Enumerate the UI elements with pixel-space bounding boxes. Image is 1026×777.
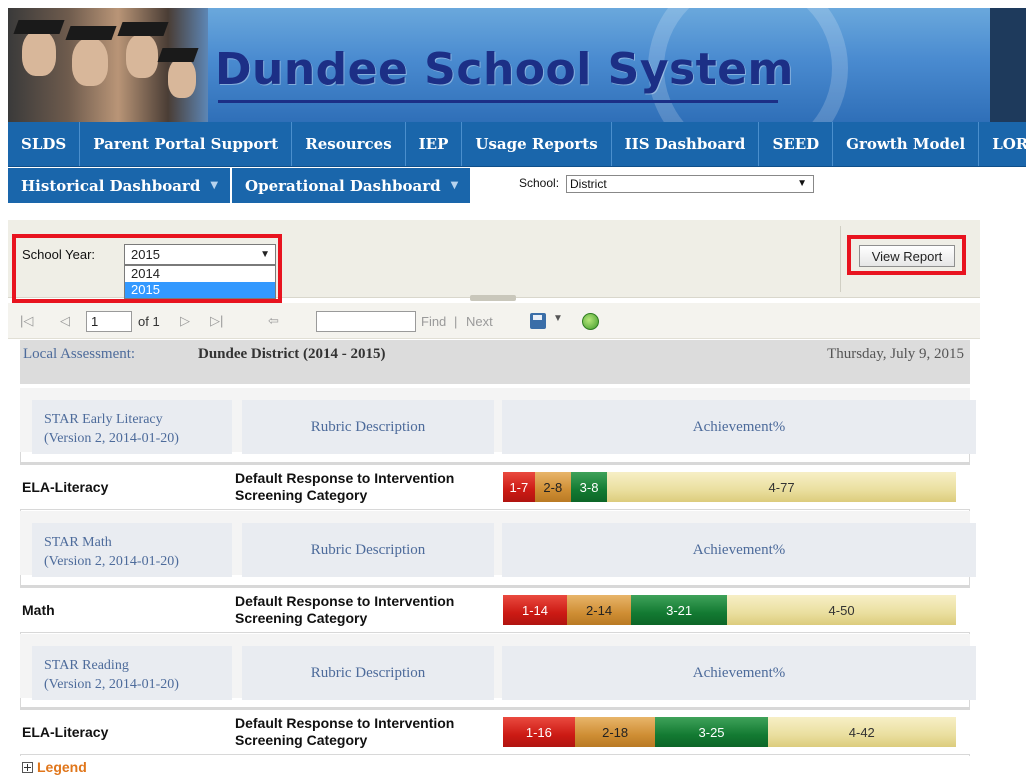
page-count: of 1 xyxy=(138,314,160,329)
first-page-icon[interactable]: |◁ xyxy=(20,313,33,329)
nav-slds[interactable]: SLDS xyxy=(8,122,81,166)
find-link[interactable]: Find xyxy=(421,314,446,329)
school-label: School: xyxy=(519,176,560,190)
school-year-select[interactable]: 2015 ▼ xyxy=(124,244,276,265)
rubric-label: Default Response to Intervention Screeni… xyxy=(235,470,455,503)
achievement-segment[interactable]: 2-8 xyxy=(534,472,571,502)
achievement-segment[interactable]: 4-77 xyxy=(607,472,956,502)
achievement-header: Achievement% xyxy=(502,646,976,700)
main-navigation: SLDS Parent Portal Support Resources IEP… xyxy=(8,122,1026,167)
next-page-icon[interactable]: ▷ xyxy=(180,313,190,329)
achievement-header: Achievement% xyxy=(502,400,976,454)
previous-page-icon[interactable]: ◁ xyxy=(60,313,70,329)
back-icon[interactable]: ⇦ xyxy=(268,313,279,329)
nav-lor[interactable]: LOR xyxy=(979,122,1026,166)
report-date: Thursday, July 9, 2015 xyxy=(827,346,964,362)
export-save-icon[interactable] xyxy=(530,313,546,329)
nav-resources[interactable]: Resources xyxy=(292,122,406,166)
achievement-segment[interactable]: 2-14 xyxy=(567,595,632,625)
assessment-name-cell: STAR Reading (Version 2, 2014-01-20) xyxy=(32,646,232,700)
subject-label: ELA-Literacy xyxy=(22,479,109,495)
rubric-description-header: Rubric Description xyxy=(242,400,494,454)
historical-dashboard-menu[interactable]: Historical Dashboard ▼ xyxy=(8,168,233,203)
nav-seed[interactable]: SEED xyxy=(759,122,834,166)
expand-icon xyxy=(22,761,33,773)
site-title: Dundee School System xyxy=(215,44,794,95)
table-row: ELA-Literacy Default Response to Interve… xyxy=(20,707,970,755)
achievement-header: Achievement% xyxy=(502,523,976,577)
school-year-dropdown-list: 2014 2015 xyxy=(124,265,276,299)
year-option-2014[interactable]: 2014 xyxy=(125,266,275,282)
assessment-header-row: STAR Reading (Version 2, 2014-01-20) Rub… xyxy=(20,634,976,700)
graduates-photo xyxy=(8,8,208,122)
view-report-button[interactable]: View Report xyxy=(859,245,955,267)
year-option-2015[interactable]: 2015 xyxy=(125,282,275,298)
table-row: ELA-Literacy Default Response to Interve… xyxy=(20,462,970,510)
dashboard-navigation: Historical Dashboard ▼ Operational Dashb… xyxy=(8,168,508,203)
assessment-name-cell: STAR Early Literacy (Version 2, 2014-01-… xyxy=(32,400,232,454)
school-select[interactable]: District ▼ xyxy=(566,175,814,193)
local-assessment-label: Local Assessment: xyxy=(23,346,136,362)
collapse-parameters-handle[interactable] xyxy=(470,295,516,301)
refresh-icon[interactable] xyxy=(582,313,599,330)
achievement-segment[interactable]: 4-50 xyxy=(727,595,956,625)
achievement-segment[interactable]: 1-7 xyxy=(503,472,535,502)
achievement-bar: 1-14 2-14 3-21 4-50 xyxy=(503,595,956,625)
assessment-header-row: STAR Math (Version 2, 2014-01-20) Rubric… xyxy=(20,511,976,577)
chevron-down-icon: ▼ xyxy=(210,180,219,191)
legend-toggle[interactable]: Legend xyxy=(22,759,87,775)
achievement-segment[interactable]: 2-18 xyxy=(574,717,656,747)
nav-usage-reports[interactable]: Usage Reports xyxy=(462,122,612,166)
header-banner: Dundee School System xyxy=(8,8,1026,122)
achievement-bar: 1-7 2-8 3-8 4-77 xyxy=(503,472,956,502)
rubric-description-header: Rubric Description xyxy=(242,523,494,577)
next-link[interactable]: Next xyxy=(466,314,493,329)
table-row: Math Default Response to Intervention Sc… xyxy=(20,585,970,633)
operational-dashboard-menu[interactable]: Operational Dashboard ▼ xyxy=(232,168,473,203)
rubric-description-header: Rubric Description xyxy=(242,646,494,700)
achievement-segment[interactable]: 1-14 xyxy=(503,595,568,625)
subject-label: ELA-Literacy xyxy=(22,724,109,740)
achievement-segment[interactable]: 3-21 xyxy=(631,595,728,625)
rubric-label: Default Response to Intervention Screeni… xyxy=(235,593,455,626)
chevron-down-icon: ▼ xyxy=(797,178,807,189)
nav-iis-dashboard[interactable]: IIS Dashboard xyxy=(612,122,760,166)
chevron-down-icon: ▼ xyxy=(450,180,459,191)
chevron-down-icon[interactable]: ▼ xyxy=(553,313,563,324)
nav-iep[interactable]: IEP xyxy=(406,122,463,166)
school-year-label: School Year: xyxy=(22,247,96,262)
assessment-name-cell: STAR Math (Version 2, 2014-01-20) xyxy=(32,523,232,577)
nav-parent-portal-support[interactable]: Parent Portal Support xyxy=(80,122,293,166)
nav-growth-model[interactable]: Growth Model xyxy=(833,122,980,166)
subject-label: Math xyxy=(22,602,55,618)
last-page-icon[interactable]: ▷| xyxy=(210,313,223,329)
achievement-segment[interactable]: 3-8 xyxy=(570,472,608,502)
achievement-bar: 1-16 2-18 3-25 4-42 xyxy=(503,717,956,747)
achievement-segment[interactable]: 3-25 xyxy=(655,717,768,747)
district-title: Dundee District (2014 - 2015) xyxy=(198,346,386,362)
achievement-segment[interactable]: 4-42 xyxy=(767,717,956,747)
achievement-segment[interactable]: 1-16 xyxy=(503,717,575,747)
page-number-input[interactable]: 1 xyxy=(86,311,132,332)
toolbar-separator: | xyxy=(454,314,458,329)
rubric-label: Default Response to Intervention Screeni… xyxy=(235,715,455,748)
chevron-down-icon: ▼ xyxy=(260,249,270,260)
find-input[interactable] xyxy=(316,311,416,332)
assessment-header-row: STAR Early Literacy (Version 2, 2014-01-… xyxy=(20,388,976,454)
